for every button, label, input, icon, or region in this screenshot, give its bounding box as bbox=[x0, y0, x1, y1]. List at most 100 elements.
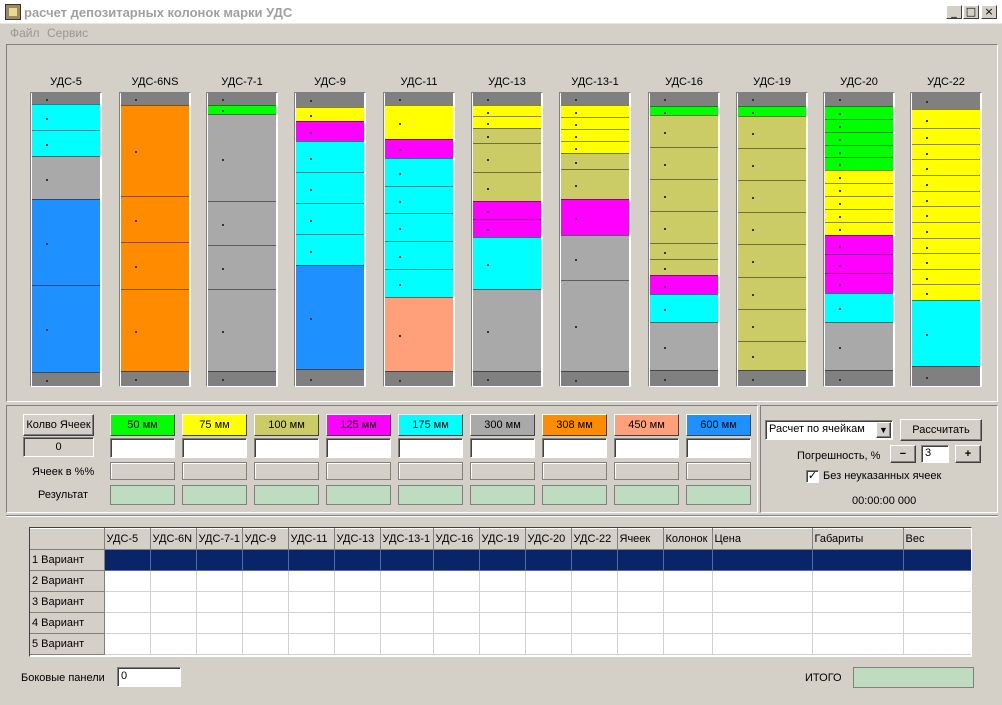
grid-cell[interactable] bbox=[288, 570, 335, 592]
close-button[interactable]: × bbox=[981, 5, 997, 19]
column-cell[interactable] bbox=[208, 289, 276, 372]
column-cell[interactable] bbox=[385, 139, 453, 158]
column-cell[interactable] bbox=[825, 131, 893, 145]
maximize-button[interactable]: □ bbox=[963, 5, 979, 19]
column-cell[interactable] bbox=[738, 115, 806, 148]
size-button[interactable]: 308 мм bbox=[542, 414, 607, 436]
column-cell[interactable] bbox=[121, 93, 189, 105]
grid-cell[interactable] bbox=[334, 570, 381, 592]
minimize-button[interactable]: _ bbox=[946, 5, 962, 19]
column-cell[interactable] bbox=[296, 106, 364, 121]
column-cell[interactable] bbox=[738, 308, 806, 341]
grid-cell[interactable] bbox=[288, 591, 335, 613]
calculate-button[interactable]: Рассчитать bbox=[900, 419, 982, 441]
grid-cell[interactable] bbox=[150, 570, 197, 592]
column-cell[interactable] bbox=[738, 244, 806, 277]
grid-column-header[interactable]: УДС-20 bbox=[525, 528, 572, 550]
grid-cell[interactable] bbox=[196, 633, 243, 655]
grid-row-header[interactable]: 4 Вариант bbox=[30, 612, 105, 634]
size-count-input[interactable] bbox=[470, 438, 535, 458]
column-cell[interactable] bbox=[385, 213, 453, 242]
deposit-column[interactable] bbox=[383, 92, 455, 387]
column-cell[interactable] bbox=[738, 105, 806, 116]
grid-cell[interactable] bbox=[150, 549, 197, 571]
size-count-input[interactable] bbox=[614, 438, 679, 458]
column-cell[interactable] bbox=[825, 93, 893, 106]
grid-cell[interactable] bbox=[150, 633, 197, 655]
column-cell[interactable] bbox=[561, 117, 629, 130]
grid-cell[interactable] bbox=[433, 633, 480, 655]
chevron-down-icon[interactable]: ▼ bbox=[876, 422, 891, 438]
column-cell[interactable] bbox=[912, 93, 980, 109]
deposit-column[interactable] bbox=[119, 92, 191, 387]
column-cell[interactable] bbox=[208, 104, 276, 114]
deposit-column[interactable] bbox=[206, 92, 278, 387]
column-cell[interactable] bbox=[208, 245, 276, 290]
column-cell[interactable] bbox=[296, 93, 364, 107]
grid-cell[interactable] bbox=[196, 549, 243, 571]
grid-cell[interactable] bbox=[196, 591, 243, 613]
grid-cell[interactable] bbox=[104, 633, 151, 655]
column-cell[interactable] bbox=[561, 141, 629, 154]
grid-cell[interactable] bbox=[812, 633, 904, 655]
column-cell[interactable] bbox=[650, 93, 718, 106]
grid-row[interactable]: 5 Вариант bbox=[30, 633, 971, 655]
column-cell[interactable] bbox=[385, 241, 453, 269]
grid-cell[interactable] bbox=[479, 612, 526, 634]
grid-cell[interactable] bbox=[380, 633, 434, 655]
grid-column-header[interactable]: Габариты bbox=[812, 528, 904, 550]
column-cell[interactable] bbox=[738, 340, 806, 370]
grid-cell[interactable] bbox=[663, 570, 713, 592]
size-button[interactable]: 600 мм bbox=[686, 414, 751, 436]
grid-column-header[interactable]: Ячеек bbox=[617, 528, 664, 550]
column-cell[interactable] bbox=[912, 206, 980, 222]
column-cell[interactable] bbox=[296, 203, 364, 235]
grid-cell[interactable] bbox=[617, 570, 664, 592]
column-cell[interactable] bbox=[561, 129, 629, 142]
column-cell[interactable] bbox=[385, 185, 453, 214]
column-cell[interactable] bbox=[650, 147, 718, 179]
grid-column-header[interactable]: УДС-11 bbox=[288, 528, 335, 550]
deposit-column[interactable] bbox=[648, 92, 720, 387]
column-cell[interactable] bbox=[385, 157, 453, 186]
grid-column-header[interactable]: УДС-16 bbox=[433, 528, 480, 550]
grid-cell[interactable] bbox=[525, 612, 572, 634]
grid-cell[interactable] bbox=[617, 612, 664, 634]
column-cell[interactable] bbox=[32, 93, 100, 105]
side-panels-input[interactable]: 0 bbox=[117, 667, 181, 687]
column-cell[interactable] bbox=[385, 105, 453, 140]
column-cell[interactable] bbox=[121, 371, 189, 386]
mode-select[interactable]: Расчет по ячейкам ▼ bbox=[765, 420, 893, 440]
grid-cell[interactable] bbox=[479, 570, 526, 592]
grid-cell[interactable] bbox=[334, 633, 381, 655]
grid-cell[interactable] bbox=[617, 633, 664, 655]
grid-cell[interactable] bbox=[479, 633, 526, 655]
column-cell[interactable] bbox=[738, 276, 806, 309]
grid-cell[interactable] bbox=[288, 612, 335, 634]
grid-cell[interactable] bbox=[104, 591, 151, 613]
grid-cell[interactable] bbox=[380, 591, 434, 613]
grid-row-header[interactable]: 1 Вариант bbox=[30, 549, 105, 571]
grid-cell[interactable] bbox=[433, 570, 480, 592]
grid-cell[interactable] bbox=[812, 570, 904, 592]
column-cell[interactable] bbox=[473, 218, 541, 237]
column-cell[interactable] bbox=[473, 104, 541, 117]
column-cell[interactable] bbox=[738, 179, 806, 213]
grid-cell[interactable] bbox=[196, 612, 243, 634]
column-cell[interactable] bbox=[825, 105, 893, 119]
grid-cell[interactable] bbox=[288, 549, 335, 571]
grid-cell[interactable] bbox=[903, 633, 971, 655]
grid-cell[interactable] bbox=[571, 549, 618, 571]
column-cell[interactable] bbox=[32, 130, 100, 157]
deposit-column[interactable] bbox=[30, 92, 102, 387]
grid-cell[interactable] bbox=[663, 591, 713, 613]
grid-column-header[interactable]: УДС-5 bbox=[104, 528, 151, 550]
column-cell[interactable] bbox=[912, 366, 980, 386]
grid-cell[interactable] bbox=[903, 570, 971, 592]
column-cell[interactable] bbox=[561, 153, 629, 169]
grid-cell[interactable] bbox=[479, 591, 526, 613]
column-cell[interactable] bbox=[296, 265, 364, 369]
grid-cell[interactable] bbox=[433, 549, 480, 571]
column-cell[interactable] bbox=[912, 128, 980, 144]
grid-cell[interactable] bbox=[571, 591, 618, 613]
